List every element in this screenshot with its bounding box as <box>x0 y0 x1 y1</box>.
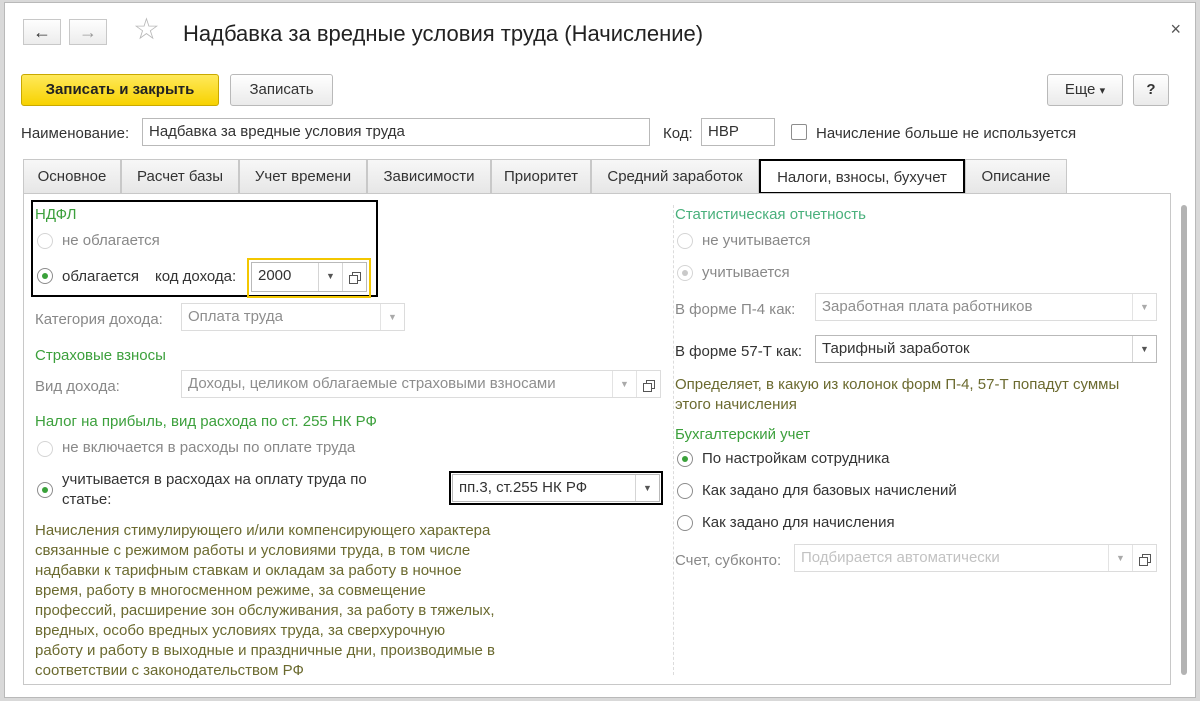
not-included-radio[interactable] <box>37 441 53 457</box>
more-menu-button[interactable]: Еще ▾ <box>1047 74 1123 106</box>
stats-not-counted-radio[interactable] <box>677 233 693 249</box>
income-category-value: Оплата труда <box>188 308 283 325</box>
accounting-option2-radio[interactable] <box>677 483 693 499</box>
ndfl-taxed-radio[interactable] <box>37 268 53 284</box>
article-select[interactable]: пп.3, ст.255 НК РФ ▼ <box>452 474 660 502</box>
code-input[interactable]: НВР <box>701 118 775 146</box>
article-value: пп.3, ст.255 НК РФ <box>459 479 588 496</box>
p4-label: В форме П-4 как: <box>675 301 796 318</box>
chevron-down-icon[interactable]: ▼ <box>612 371 636 397</box>
chevron-down-icon[interactable]: ▼ <box>318 263 342 291</box>
income-category-label: Категория дохода: <box>35 311 163 328</box>
income-type-select[interactable]: Доходы, целиком облагаемые страховыми вз… <box>181 370 661 398</box>
code-label: Код: <box>663 125 693 142</box>
description-line: вредных, особо вредных условиях труда, з… <box>35 622 446 639</box>
income-code-value: 2000 <box>258 267 292 284</box>
accounting-option2-label: Как задано для базовых начислений <box>702 482 957 499</box>
profit-tax-description: Начисления стимулирующего и/или компенси… <box>35 521 495 681</box>
accounting-option3-radio[interactable] <box>677 515 693 531</box>
save-and-close-button[interactable]: Записать и закрыть <box>21 74 219 106</box>
stats-not-counted-label: не учитывается <box>702 232 811 249</box>
open-icon[interactable] <box>342 263 366 291</box>
help-button[interactable]: ? <box>1133 74 1169 106</box>
description-line: соответствии с законодательством РФ <box>35 662 304 679</box>
income-code-label: код дохода: <box>155 268 237 285</box>
tab-main[interactable]: Основное <box>23 159 121 194</box>
open-icon[interactable] <box>636 371 660 397</box>
tab-average-earnings[interactable]: Средний заработок <box>591 159 759 194</box>
p4-select[interactable]: Заработная плата работников ▼ <box>815 293 1157 321</box>
income-type-value: Доходы, целиком облагаемые страховыми вз… <box>188 375 556 392</box>
stats-section-title: Статистическая отчетность <box>675 206 866 223</box>
included-label-line2: статье: <box>62 491 112 508</box>
f57-value: Тарифный заработок <box>822 340 970 357</box>
tab-priority[interactable]: Приоритет <box>491 159 591 194</box>
vertical-scrollbar[interactable] <box>1181 205 1187 675</box>
description-line: работу и работу в выходные и праздничные… <box>35 642 495 659</box>
column-divider <box>673 205 674 675</box>
name-label: Наименование: <box>21 125 130 142</box>
arrow-left-icon: ← <box>33 22 51 42</box>
chevron-down-icon[interactable]: ▼ <box>1132 294 1156 320</box>
stats-note: Определяет, в какую из колонок форм П-4,… <box>675 375 1119 415</box>
chevron-down-icon[interactable]: ▼ <box>1132 336 1156 362</box>
close-icon[interactable]: × <box>1170 19 1181 40</box>
stats-counted-label: учитывается <box>702 264 790 281</box>
included-radio[interactable] <box>37 482 53 498</box>
more-label: Еще <box>1064 81 1096 98</box>
window: ← → ☆ Надбавка за вредные условия труда … <box>4 2 1196 698</box>
accounting-option3-label: Как задано для начисления <box>702 514 895 531</box>
profit-tax-section-title: Налог на прибыль, вид расхода по ст. 255… <box>35 413 377 430</box>
unused-checkbox[interactable] <box>791 124 807 140</box>
ndfl-taxed-label: облагается <box>62 268 140 285</box>
chevron-down-icon[interactable]: ▼ <box>635 475 659 501</box>
f57-label: В форме 57-Т как: <box>675 343 802 360</box>
tab-description[interactable]: Описание <box>965 159 1067 194</box>
p4-value: Заработная плата работников <box>822 298 1033 315</box>
arrow-right-icon: → <box>79 22 97 42</box>
unused-label: Начисление больше не используется <box>816 125 1077 142</box>
account-placeholder: Подбирается автоматически <box>801 549 1000 566</box>
tab-taxes[interactable]: Налоги, взносы, бухучет <box>759 159 965 194</box>
stats-counted-radio[interactable] <box>677 265 693 281</box>
description-line: надбавки к тарифным ставкам и окладам за… <box>35 562 462 579</box>
included-label-line1: учитывается в расходах на оплату труда п… <box>62 471 367 488</box>
ndfl-not-taxed-radio[interactable] <box>37 233 53 249</box>
income-code-select[interactable]: 2000 ▼ <box>251 262 367 292</box>
window-title: Надбавка за вредные условия труда (Начис… <box>183 21 704 46</box>
accounting-option1-label: По настройкам сотрудника <box>702 450 890 467</box>
accounting-section-title: Бухгалтерский учет <box>675 426 811 443</box>
chevron-down-icon[interactable]: ▼ <box>380 304 404 330</box>
save-button[interactable]: Записать <box>230 74 333 106</box>
f57-select[interactable]: Тарифный заработок ▼ <box>815 335 1157 363</box>
tab-dependencies[interactable]: Зависимости <box>367 159 491 194</box>
account-select[interactable]: Подбирается автоматически ▼ <box>794 544 1157 572</box>
name-input[interactable]: Надбавка за вредные условия труда <box>142 118 650 146</box>
back-button[interactable]: ← <box>23 19 61 45</box>
insurance-section-title: Страховые взносы <box>35 347 166 364</box>
not-included-label: не включается в расходы по оплате труда <box>62 439 356 456</box>
accounting-option1-radio[interactable] <box>677 451 693 467</box>
stats-note-line: этого начисления <box>675 396 797 413</box>
ndfl-not-taxed-label: не облагается <box>62 232 160 249</box>
tab-base-calc[interactable]: Расчет базы <box>121 159 239 194</box>
description-line: профессий, расширение зон обслуживания, … <box>35 602 495 619</box>
description-line: связанные с режимом работы и условиями т… <box>35 542 471 559</box>
account-label: Счет, субконто: <box>675 552 782 569</box>
chevron-down-icon[interactable]: ▼ <box>1108 545 1132 571</box>
income-category-select[interactable]: Оплата труда ▼ <box>181 303 405 331</box>
description-line: время, работу в многосменном режиме, за … <box>35 582 426 599</box>
income-type-label: Вид дохода: <box>35 378 120 395</box>
open-icon[interactable] <box>1132 545 1156 571</box>
tab-time-tracking[interactable]: Учет времени <box>239 159 367 194</box>
ndfl-section-title: НДФЛ <box>35 206 77 223</box>
stats-note-line: Определяет, в какую из колонок форм П-4,… <box>675 376 1120 393</box>
favorite-star-icon[interactable]: ☆ <box>133 15 160 45</box>
forward-button[interactable]: → <box>69 19 107 45</box>
chevron-down-icon: ▾ <box>1099 85 1106 97</box>
description-line: Начисления стимулирующего и/или компенси… <box>35 522 491 539</box>
